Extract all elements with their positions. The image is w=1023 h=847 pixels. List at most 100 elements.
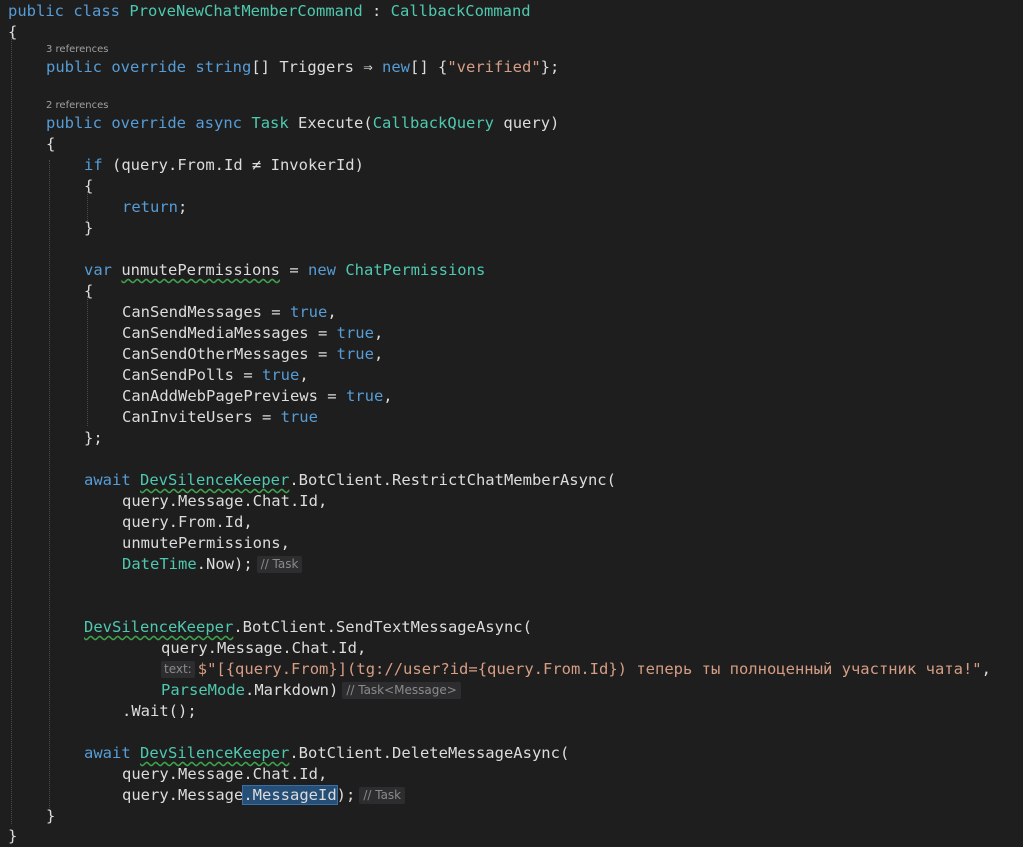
code-line-if-close-brace: } — [84, 218, 93, 239]
open-brace: { — [84, 282, 94, 300]
keyword-class: class — [73, 2, 121, 20]
type-datetime: DateTime — [122, 555, 197, 573]
code-line-sendtext-call: DevSilenceKeeper.BotClient.SendTextMessa… — [84, 617, 532, 638]
keyword-new: new — [382, 58, 410, 76]
code-line-sendtext-arg-parsemode: ParseMode.Markdown)// Task<Message> — [161, 680, 461, 701]
code-line-delete-arg-messageid: query.Message.MessageId);// Task — [122, 785, 406, 806]
codelens-execute-references[interactable]: 2 references — [46, 99, 109, 113]
open-paren: ( — [606, 471, 616, 489]
if-condition: (query.From.Id ≠ InvokerId) — [102, 156, 364, 174]
triggers-declaration: [] Triggers ⇒ — [251, 58, 382, 76]
method-deletemessageasync[interactable]: DeleteMessageAsync — [392, 744, 560, 762]
comma: , — [373, 345, 384, 363]
keyword-override: override — [111, 58, 186, 76]
code-line-cansendmessages: CanSendMessages = true, — [122, 302, 337, 323]
base-class-name: CallbackCommand — [390, 2, 531, 20]
class-devsilencekeeper[interactable]: DevSilenceKeeper — [140, 744, 289, 762]
comma: , — [981, 660, 991, 678]
code-line-initializer-close: }; — [84, 428, 103, 449]
member-access: .BotClient. — [289, 471, 392, 489]
type-parsemode: ParseMode — [161, 681, 245, 699]
close-brace: } — [84, 219, 94, 237]
class-devsilencekeeper[interactable]: DevSilenceKeeper — [140, 471, 289, 489]
semicolon: ; — [178, 198, 188, 216]
class-devsilencekeeper[interactable]: DevSilenceKeeper — [84, 618, 233, 636]
indent-guide-method — [49, 160, 50, 810]
code-line-sendtext-arg-text: text: $"[{query.From}](tg://user?id={quer… — [161, 659, 991, 680]
property-assignment: CanSendMediaMessages = — [122, 324, 337, 342]
type-callbackquery: CallbackQuery — [372, 114, 495, 132]
keyword-true: true — [289, 303, 328, 321]
keyword-var: var — [84, 261, 112, 279]
variable-unmutepermissions[interactable]: unmutePermissions — [121, 261, 280, 279]
call-end: (); — [168, 702, 197, 720]
selected-messageid[interactable]: .MessageId — [242, 785, 338, 805]
colon-token: : — [362, 2, 391, 20]
indent-guide-class — [11, 34, 12, 824]
code-line-cansendmediamessages: CanSendMediaMessages = true, — [122, 323, 383, 344]
method-restrictchatmemberasync[interactable]: RestrictChatMemberAsync — [392, 471, 607, 489]
property-assignment: CanSendMessages = — [122, 303, 290, 321]
keyword-true: true — [280, 408, 318, 426]
code-line-execute-signature: public override async Task Execute(Callb… — [46, 113, 559, 134]
code-line-method-open-brace: { — [46, 134, 55, 155]
inlay-hint-task: // Task — [359, 787, 406, 804]
code-line-var-declaration: var unmutePermissions = new ChatPermissi… — [84, 260, 485, 281]
keyword-async: async — [195, 114, 243, 132]
keyword-return: return — [122, 198, 178, 216]
string-verified: "verified" — [447, 58, 541, 76]
keyword-true: true — [345, 387, 384, 405]
keyword-string: string — [195, 58, 252, 76]
code-line-class-declaration: public class ProveNewChatMemberCommand :… — [8, 1, 531, 22]
open-brace: { — [84, 177, 94, 195]
property-assignment: CanSendOtherMessages = — [122, 345, 337, 363]
keyword-public: public — [46, 114, 102, 132]
code-line-caninviteusers: CanInviteUsers = true — [122, 407, 318, 428]
member-access: .BotClient. — [289, 744, 392, 762]
member-markdown: .Markdown) — [245, 681, 339, 699]
keyword-true: true — [336, 345, 374, 363]
inlay-hint-task-message: // Task<Message> — [342, 682, 461, 699]
comma: , — [383, 387, 393, 405]
code-line-if-open-brace: { — [84, 176, 93, 197]
code-line-class-open-brace: { — [8, 22, 17, 43]
call-end: ); — [336, 786, 356, 804]
code-line-restrict-arg-chatid: query.Message.Chat.Id, — [122, 491, 327, 512]
property-assignment: CanSendPolls = — [122, 366, 262, 384]
close-brace: } — [46, 807, 56, 825]
dot: . — [122, 702, 132, 720]
method-sendtextmessageasync[interactable]: SendTextMessageAsync — [336, 618, 523, 636]
code-line-restrict-arg-permissions: unmutePermissions, — [122, 533, 290, 554]
code-line-canaddwebpagepreviews: CanAddWebPagePreviews = true, — [122, 386, 393, 407]
member-access: .BotClient. — [233, 618, 336, 636]
member-now: .Now); — [196, 555, 253, 573]
code-line-class-close-brace: } — [8, 826, 17, 847]
code-line-return: return; — [122, 197, 187, 218]
code-line-restrict-arg-fromid: query.From.Id, — [122, 512, 253, 533]
code-line-delete-arg-chatid: query.Message.Chat.Id, — [122, 764, 327, 785]
inlay-hint-task: // Task — [256, 556, 303, 573]
method-execute: Execute — [298, 114, 364, 132]
keyword-new: new — [307, 261, 336, 279]
codelens-triggers-references[interactable]: 3 references — [46, 43, 109, 57]
code-line-sendtext-arg-chatid: query.Message.Chat.Id, — [161, 638, 366, 659]
method-wait[interactable]: Wait — [131, 702, 168, 720]
close-brace: } — [8, 827, 18, 845]
open-paren: ( — [363, 114, 373, 132]
property-assignment: CanAddWebPagePreviews = — [122, 387, 346, 405]
keyword-true: true — [261, 366, 300, 384]
code-line-initializer-open-brace: { — [84, 281, 93, 302]
open-brace: { — [8, 23, 18, 41]
argument: query.Message.Chat.Id, — [122, 492, 328, 510]
comma: , — [327, 303, 337, 321]
argument: query.Message.Chat.Id, — [122, 765, 328, 783]
code-line-delete-call: await DevSilenceKeeper.BotClient.DeleteM… — [84, 743, 569, 764]
keyword-await: await — [84, 744, 131, 762]
open-paren: ( — [559, 744, 570, 762]
interpolated-string: $"[{query.From}](tg://user?id={query.Fro… — [197, 660, 982, 678]
code-line-restrict-arg-datetime: DateTime.Now);// Task — [122, 554, 303, 575]
code-editor[interactable]: public class ProveNewChatMemberCommand :… — [0, 0, 1023, 847]
keyword-await: await — [84, 471, 131, 489]
argument: unmutePermissions, — [122, 534, 290, 552]
open-brace: { — [46, 135, 56, 153]
